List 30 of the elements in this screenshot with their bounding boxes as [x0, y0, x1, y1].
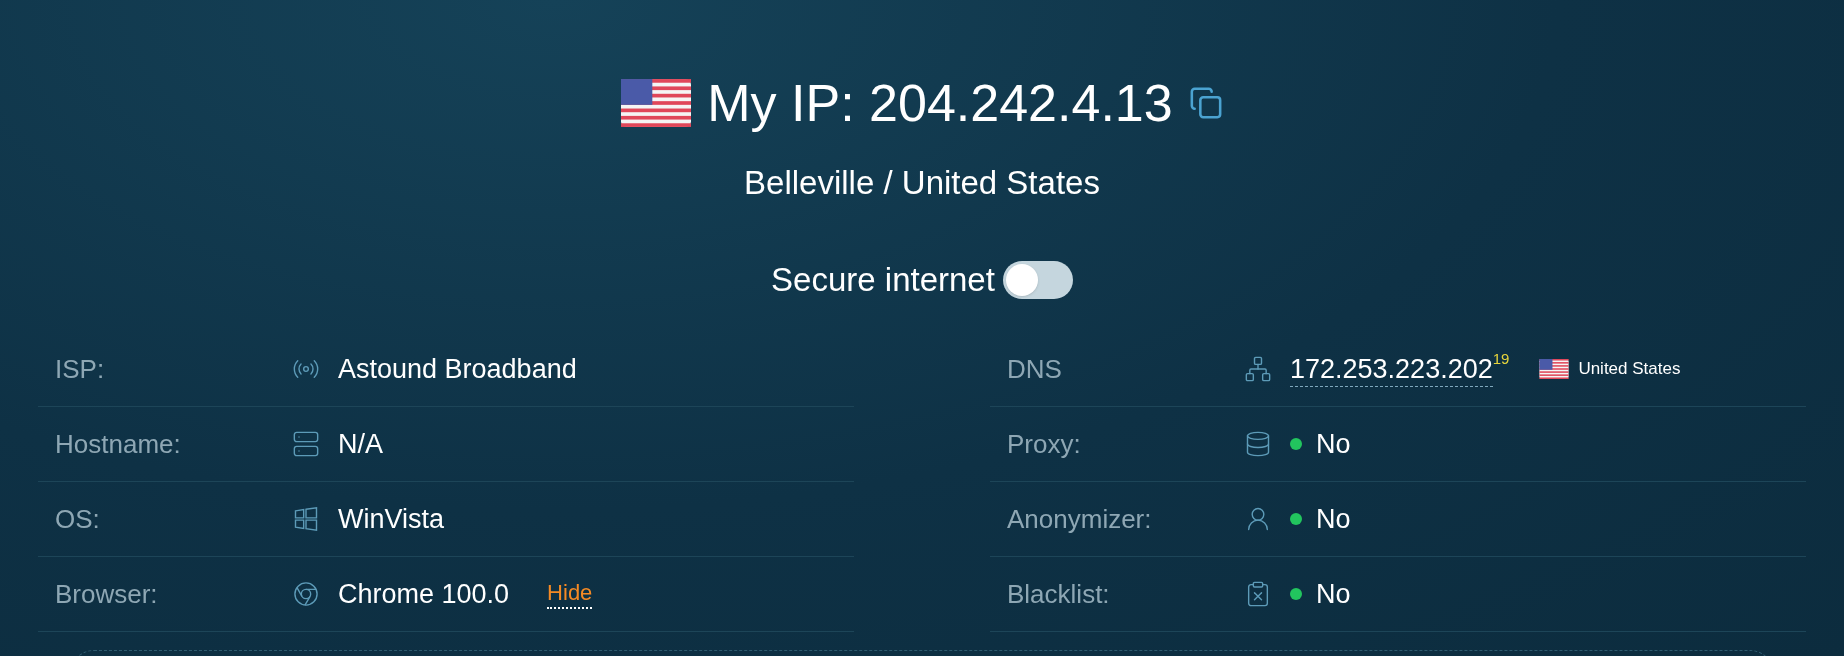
secure-internet-label: Secure internet: [771, 260, 995, 301]
row-value: Astound Broadband: [338, 352, 577, 386]
row-value: N/A: [338, 427, 383, 461]
server-icon: [292, 430, 320, 458]
browser-icon: [292, 580, 320, 608]
location-text: Belleville / United States: [744, 163, 1100, 203]
row-value: No: [1316, 502, 1351, 536]
server-count: 19: [1492, 348, 1510, 369]
country-name: United States: [1578, 358, 1681, 381]
dns-address[interactable]: 172.253.223.202: [1290, 351, 1493, 387]
row-value: No: [1316, 427, 1351, 461]
hide-link[interactable]: Hide: [547, 579, 593, 609]
row-label: Anonymizer:: [1007, 502, 1153, 536]
database-icon: [1244, 430, 1272, 458]
row-label: Hostname:: [55, 427, 182, 461]
row-label: Browser:: [55, 577, 159, 611]
row-value: No: [1316, 577, 1351, 611]
us-flag-icon: [621, 79, 692, 127]
row-label: OS:: [55, 502, 101, 536]
row-label: ISP:: [55, 352, 106, 386]
ip-heading: My IP: 204.242.4.13: [707, 73, 1173, 134]
network-icon: [1244, 355, 1272, 383]
row-value: WinVista: [338, 502, 445, 536]
us-flag-icon: [1539, 359, 1570, 379]
secure-internet-toggle[interactable]: [1002, 261, 1073, 299]
row-label: Proxy:: [1007, 427, 1082, 461]
row-label: DNS: [1007, 352, 1063, 386]
row-value: Chrome 100.0: [338, 577, 510, 611]
windows-icon: [292, 505, 320, 533]
row-label: Blacklist:: [1007, 577, 1111, 611]
